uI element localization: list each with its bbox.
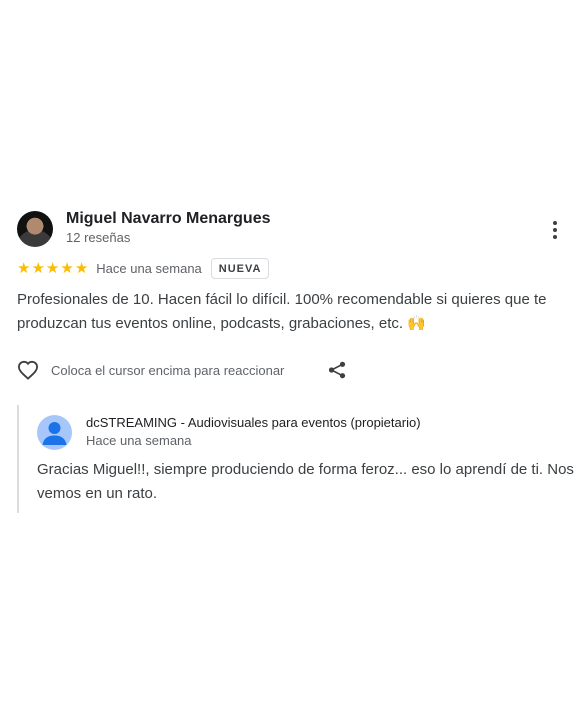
star-icon: ★ — [17, 259, 31, 277]
review-text: Profesionales de 10. Hacen fácil lo difí… — [17, 291, 547, 332]
rating-row: ★ ★ ★ ★ ★ Hace una semana NUEVA — [17, 256, 270, 280]
reaction-row: Coloca el cursor encima para reaccionar — [17, 358, 284, 382]
new-badge: NUEVA — [210, 257, 270, 279]
star-rating: ★ ★ ★ ★ ★ — [17, 261, 88, 276]
owner-response-date: Hace una semana — [86, 433, 192, 448]
share-icon[interactable] — [328, 361, 346, 379]
owner-name: dcSTREAMING - Audiovisuales para eventos… — [86, 415, 421, 430]
star-icon: ★ — [60, 259, 74, 277]
star-icon: ★ — [74, 259, 89, 277]
react-hint-label: Coloca el cursor encima para reaccionar — [51, 362, 285, 378]
more-vert-icon-dot — [553, 228, 557, 232]
review-card: Miguel Navarro Menargues 12 reseñas ★ ★ … — [0, 0, 585, 713]
author-name[interactable]: Miguel Navarro Menargues — [66, 210, 271, 228]
review-date: Hace una semana — [96, 260, 202, 276]
person-icon — [42, 422, 67, 445]
owner-response-text: Gracias Miguel!!, siempre produciendo de… — [37, 461, 574, 502]
heart-icon[interactable] — [17, 360, 39, 380]
owner-avatar — [37, 415, 72, 450]
author-avatar[interactable] — [17, 211, 53, 247]
star-icon: ★ — [31, 259, 45, 277]
author-review-count: 12 reseñas — [66, 230, 131, 245]
more-vert-icon-dot — [553, 221, 557, 225]
star-icon: ★ — [45, 259, 60, 277]
more-vert-icon-dot — [553, 235, 557, 239]
more-options-button[interactable] — [544, 217, 566, 243]
